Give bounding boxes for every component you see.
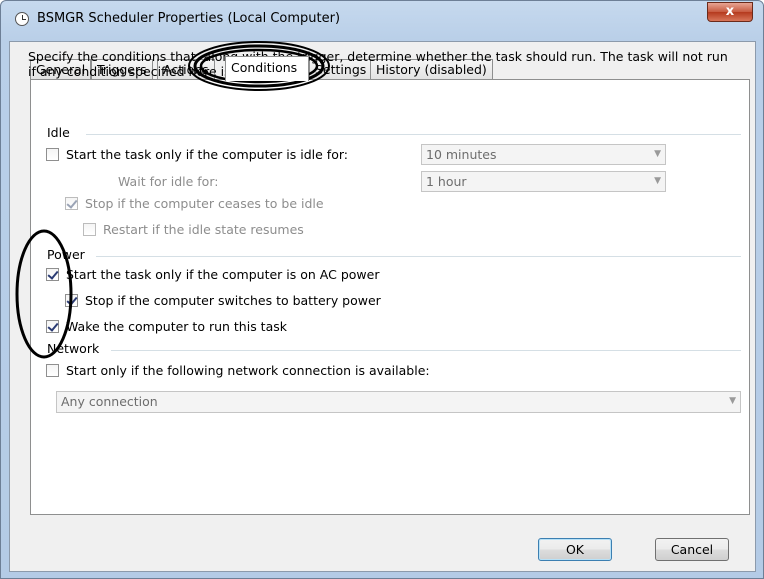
chevron-down-icon: ▼ [729,396,736,406]
battery-stop-label: Stop if the computer switches to battery… [85,293,381,308]
network-group-divider [111,350,741,351]
idle-group-label: Idle [47,125,74,140]
network-group-label: Network [47,341,104,356]
battery-stop-checkbox[interactable] [65,294,78,307]
properties-window: BSMGR Scheduler Properties (Local Comput… [0,0,764,579]
window-title: BSMGR Scheduler Properties (Local Comput… [37,11,341,26]
restart-if-resumes-label: Restart if the idle state resumes [103,222,304,237]
start-if-idle-row[interactable]: Start the task only if the computer is i… [46,147,348,162]
network-connection-combo[interactable]: Any connection ▼ [56,391,741,413]
idle-duration-combo[interactable]: 10 minutes ▼ [421,144,666,165]
network-connection-value: Any connection [61,394,158,409]
stop-if-ceases-label: Stop if the computer ceases to be idle [85,196,324,211]
restart-if-resumes-checkbox[interactable] [83,223,96,236]
ac-power-checkbox[interactable] [46,268,59,281]
chevron-down-icon: ▼ [654,149,661,159]
power-group-divider [96,256,741,257]
tab-conditions[interactable]: Conditions [225,56,309,81]
battery-stop-row[interactable]: Stop if the computer switches to battery… [65,293,381,308]
stop-if-ceases-checkbox[interactable] [65,197,78,210]
title-bar[interactable]: BSMGR Scheduler Properties (Local Comput… [1,1,763,37]
stop-if-ceases-row[interactable]: Stop if the computer ceases to be idle [65,196,324,211]
chevron-down-icon: ▼ [654,176,661,186]
clock-icon [15,12,29,26]
wake-checkbox[interactable] [46,320,59,333]
network-row[interactable]: Start only if the following network conn… [46,363,430,378]
start-if-idle-checkbox[interactable] [46,148,59,161]
ac-power-row[interactable]: Start the task only if the computer is o… [46,267,379,282]
wait-for-idle-label: Wait for idle for: [118,174,219,189]
close-button[interactable]: x [707,2,753,22]
wait-duration-combo[interactable]: 1 hour ▼ [421,171,666,192]
ac-power-label: Start the task only if the computer is o… [66,267,380,282]
power-group-label: Power [47,247,89,262]
wait-for-idle-row: Wait for idle for: [118,174,218,189]
start-if-idle-label: Start the task only if the computer is i… [66,147,348,162]
network-checkbox[interactable] [46,364,59,377]
wake-row[interactable]: Wake the computer to run this task [46,319,287,334]
idle-group-divider [86,134,741,135]
cancel-button[interactable]: Cancel [655,538,729,561]
wait-duration-value: 1 hour [426,174,467,189]
restart-if-resumes-row[interactable]: Restart if the idle state resumes [83,222,304,237]
ok-button[interactable]: OK [538,538,612,561]
idle-duration-value: 10 minutes [426,147,497,162]
description-text: Specify the conditions that, along with … [28,49,728,79]
network-label: Start only if the following network conn… [66,363,430,378]
wake-label: Wake the computer to run this task [66,319,287,334]
